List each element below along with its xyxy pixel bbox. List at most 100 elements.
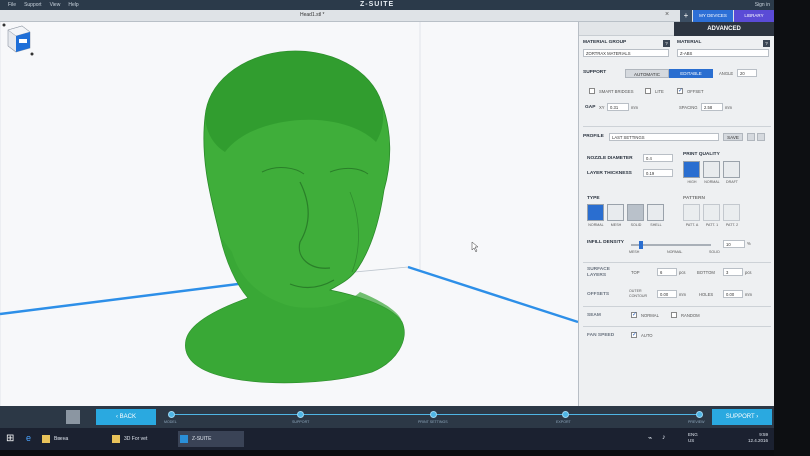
app-menu-bar: File Support View Help Z-SUITE Sign in <box>0 0 810 10</box>
infill-density-section: INFILL DENSITY 10 % MESH NORMAL SOLID <box>579 236 775 262</box>
clock[interactable]: 9:59 12.4.2016 <box>748 432 768 444</box>
add-tab-button[interactable]: + <box>680 10 692 22</box>
tab-advanced[interactable]: ADVANCED <box>674 22 774 36</box>
fan-auto-label: AUTO <box>641 333 653 338</box>
surface-layers-label: SURFACE LAYERS <box>587 267 610 278</box>
nozzle-select[interactable]: 0.4 <box>643 154 673 162</box>
network-icon[interactable]: ⌁ <box>648 434 652 442</box>
workflow-bar: ‹ BACK MODEL SUPPORT PRINT SETTINGS EXPO… <box>0 406 774 428</box>
top-layers-input[interactable]: 6 <box>657 268 677 276</box>
quality-draft-button[interactable] <box>723 161 740 178</box>
gap-label: GAP <box>585 105 596 110</box>
save-profile-button[interactable]: SAVE <box>723 133 743 141</box>
type-mesh-button[interactable] <box>607 204 624 221</box>
infill-density-label: INFILL DENSITY <box>587 240 624 245</box>
panel-header: ADVANCED <box>579 22 774 36</box>
cursor <box>471 241 479 253</box>
support-next-label: SUPPORT <box>725 414 755 420</box>
3d-viewport[interactable] <box>0 22 578 406</box>
gap-input[interactable]: 0.31 <box>607 103 629 111</box>
folder-icon <box>42 435 50 443</box>
close-icon[interactable]: × <box>665 11 669 18</box>
seam-random-radio[interactable] <box>671 312 677 318</box>
menu-file[interactable]: File <box>8 2 16 8</box>
seam-normal-label: NORMAL <box>641 313 659 318</box>
menu-view[interactable]: View <box>50 2 61 8</box>
z-suite-icon <box>180 435 188 443</box>
pattern-2-label: PATT. 2 <box>725 223 739 227</box>
task-3d-for-vet[interactable]: 3D For vet <box>110 431 174 447</box>
lite-checkbox[interactable] <box>645 88 651 94</box>
holes-input[interactable]: 0.00 <box>723 290 743 298</box>
seam-section: SEAM NORMAL RANDOM <box>579 310 775 324</box>
delete-profile-button[interactable] <box>747 133 755 141</box>
tab-library[interactable]: LIBRARY <box>734 10 774 22</box>
smart-bridges-checkbox[interactable] <box>589 88 595 94</box>
back-button[interactable]: ‹ BACK <box>96 409 156 425</box>
angle-input[interactable]: 20 <box>737 69 757 77</box>
quality-high-button[interactable] <box>683 161 700 178</box>
step-preview[interactable] <box>696 411 703 418</box>
type-shell-label: SHELL <box>650 223 662 227</box>
support-automatic-button[interactable]: AUTOMATIC <box>625 69 669 78</box>
step-print-settings[interactable] <box>430 411 437 418</box>
tab-bar: Head1.stl * × + MY DEVICES LIBRARY <box>0 10 810 22</box>
support-next-button[interactable]: SUPPORT › <box>712 409 772 425</box>
profile-select[interactable]: LAST SETTINGS <box>609 133 719 141</box>
infill-slider[interactable] <box>631 244 711 246</box>
step-model[interactable] <box>168 411 175 418</box>
view-cube-icon[interactable] <box>0 22 34 56</box>
infill-density-input[interactable]: 10 <box>723 240 745 248</box>
seam-normal-radio[interactable] <box>631 311 637 318</box>
windows-start-icon[interactable]: ⊞ <box>6 433 14 444</box>
divider <box>583 126 771 127</box>
help-icon[interactable]: ? <box>663 40 670 47</box>
lite-label: LITE <box>655 89 664 94</box>
volume-icon[interactable]: ♪ <box>662 434 666 441</box>
sign-in-link[interactable]: Sign in <box>755 2 770 8</box>
view-toggle-button[interactable] <box>66 410 80 424</box>
browser-icon[interactable]: e <box>26 433 31 443</box>
quality-normal-button[interactable] <box>703 161 720 178</box>
type-solid-button[interactable] <box>627 204 644 221</box>
outer-contour-input[interactable]: 0.00 <box>657 290 677 298</box>
material-select[interactable]: Z-ABS <box>677 49 769 57</box>
fan-auto-checkbox[interactable] <box>631 331 637 338</box>
quality-high-label: HIGH <box>687 180 697 184</box>
support-editable-button[interactable]: EDITABLE <box>669 69 713 78</box>
step-support[interactable] <box>297 411 304 418</box>
bottom-unit: pcs <box>745 270 752 275</box>
tab-my-devices[interactable]: MY DEVICES <box>693 10 733 22</box>
bottom-layers-input[interactable]: 3 <box>723 268 743 276</box>
pattern-2-button[interactable] <box>723 204 740 221</box>
help-icon[interactable]: ? <box>763 40 770 47</box>
profile-label: PROFILE <box>583 134 604 139</box>
step-model-label: MODEL <box>164 420 177 424</box>
task-z-suite[interactable]: Z-SUITE <box>178 431 244 447</box>
offset-label: OFFSET <box>687 89 704 94</box>
step-support-label: SUPPORT <box>292 420 310 424</box>
type-normal-button[interactable] <box>587 204 604 221</box>
settings-panel: ADVANCED MATERIAL GROUP ? ZORTRAX MATERI… <box>578 22 774 406</box>
type-shell-button[interactable] <box>647 204 664 221</box>
menu-support[interactable]: Support <box>24 2 42 8</box>
step-export[interactable] <box>562 411 569 418</box>
tab-file[interactable]: Head1.stl * <box>300 12 324 18</box>
spacing-input[interactable]: 2.58 <box>701 103 723 111</box>
language-indicator[interactable]: ENG US <box>688 432 698 444</box>
material-group-select[interactable]: ZORTRAX MATERIALS <box>583 49 669 57</box>
task-folder-label: Ввена <box>54 436 69 442</box>
material-section: MATERIAL GROUP ? ZORTRAX MATERIALS MATER… <box>579 40 775 62</box>
pattern-1-button[interactable] <box>703 204 720 221</box>
lang-region: US <box>688 438 695 443</box>
menu-help[interactable]: Help <box>68 2 78 8</box>
head-model[interactable] <box>185 50 405 384</box>
task-folder[interactable]: Ввена <box>40 431 104 447</box>
support-section: SUPPORT AUTOMATIC EDITABLE ANGLE 20 SMAR… <box>579 68 775 120</box>
edit-profile-button[interactable] <box>757 133 765 141</box>
infill-slider-handle[interactable] <box>639 241 643 249</box>
layer-thickness-select[interactable]: 0.19 <box>643 169 673 177</box>
offset-checkbox[interactable] <box>677 87 683 94</box>
pattern-a-button[interactable] <box>683 204 700 221</box>
outer-contour-label: OUTER CONTOUR <box>629 289 648 298</box>
